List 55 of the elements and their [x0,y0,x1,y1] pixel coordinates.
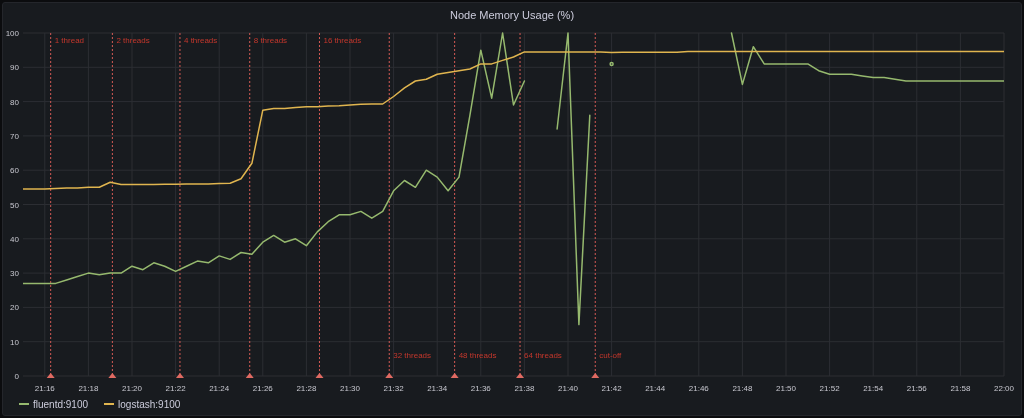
x-axis-label: 21:36 [470,383,491,393]
x-axis-label: 21:50 [776,383,796,393]
annotation-label: 48 threads [458,350,497,360]
annotation-marker[interactable] [516,32,525,378]
x-axis-label: 21:48 [732,383,753,393]
annotation-label: cut-off [599,350,622,360]
annotation-marker[interactable] [450,32,459,378]
annotation-label: 1 thread [54,35,85,45]
x-axis-label: 21:44 [645,383,666,393]
y-axis-label: 60 [10,166,19,176]
y-axis-label: 90 [10,63,19,73]
annotation-label: 4 threads [183,35,218,45]
x-axis-label: 21:30 [340,383,360,393]
annotation-marker[interactable] [175,32,184,378]
y-axis-label: 20 [10,303,19,313]
annotation-label: 2 threads [116,35,150,45]
legend-label[interactable]: fluentd:9100 [33,396,89,412]
x-axis-label: 21:40 [558,383,578,393]
y-axis-label: 0 [14,371,19,381]
annotation-marker[interactable] [245,32,254,378]
y-axis-label: 40 [10,234,19,244]
annotation-marker[interactable] [46,32,55,378]
annotation-label: 16 threads [323,35,362,45]
y-axis-label: 70 [10,131,19,141]
legend-label[interactable]: logstash:9100 [118,396,181,412]
x-axis-label: 21:24 [209,383,230,393]
x-axis-label: 21:46 [688,383,709,393]
y-axis-label: 50 [10,200,19,210]
x-axis-label: 21:26 [252,383,273,393]
x-axis-label: 21:28 [296,383,317,393]
x-axis-label: 21:34 [427,383,448,393]
panel-title: Node Memory Usage (%) [449,7,575,23]
annotation-label: 32 threads [393,350,432,360]
x-axis-label: 21:38 [514,383,535,393]
x-axis-label: 22:00 [994,383,1014,393]
x-axis-label: 21:58 [950,383,971,393]
y-axis-label: 30 [10,269,19,278]
x-axis-label: 21:52 [819,383,840,393]
x-axis-label: 21:22 [165,383,186,393]
annotation-label: 8 threads [253,35,288,45]
y-axis-label: 80 [10,97,19,107]
x-axis-label: 21:32 [383,383,404,393]
x-axis-label: 21:54 [863,383,884,393]
annotation-marker[interactable] [385,32,394,378]
annotation-marker[interactable] [591,32,600,378]
annotation-marker[interactable] [315,32,324,378]
y-axis-label: 100 [5,28,19,38]
x-axis-label: 21:20 [122,383,142,393]
annotation-label: 64 threads [524,350,562,360]
y-axis-label: 10 [10,337,19,347]
x-axis-label: 21:56 [906,383,927,393]
x-axis-label: 21:16 [34,383,55,393]
annotation-marker[interactable] [108,32,117,378]
x-axis-label: 21:42 [601,383,622,393]
x-axis-label: 21:18 [78,383,99,393]
